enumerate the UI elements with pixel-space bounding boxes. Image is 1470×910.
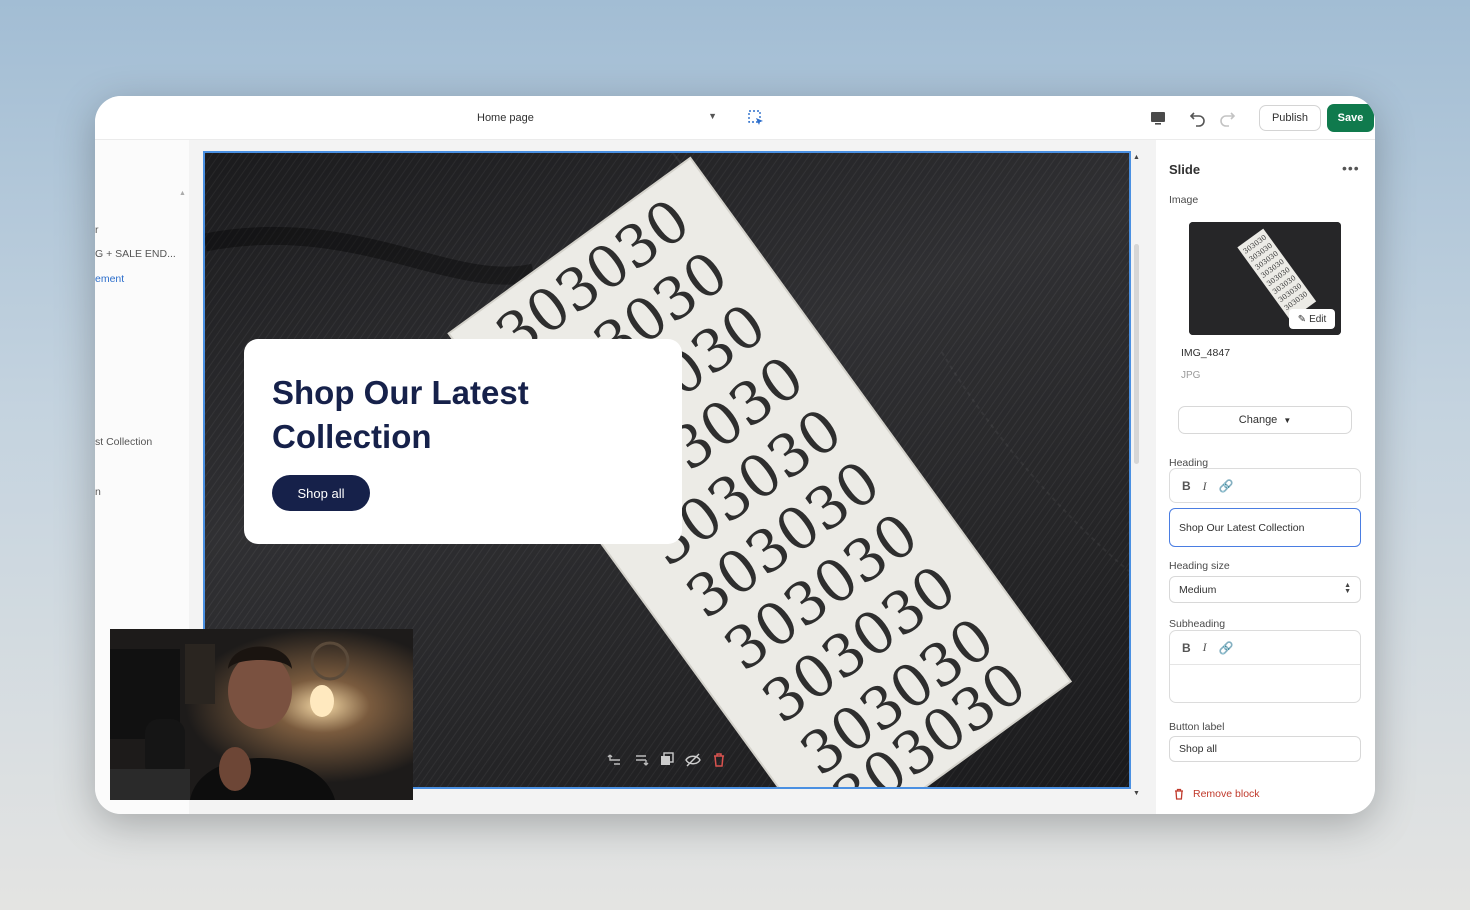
more-options-icon[interactable]: ••• — [1342, 160, 1360, 176]
bold-icon[interactable]: B — [1182, 641, 1191, 655]
sidebar-item[interactable]: st Collection — [95, 436, 152, 448]
italic-icon[interactable]: I — [1203, 479, 1207, 494]
heading-size-value: Medium — [1179, 583, 1217, 596]
heading-toolbar: B I 🔗 — [1169, 468, 1361, 503]
block-toolbar — [602, 749, 732, 771]
italic-icon[interactable]: I — [1203, 640, 1207, 655]
trash-icon — [1175, 788, 1183, 800]
undo-icon[interactable] — [1188, 108, 1208, 128]
sidebar-item[interactable]: G + SALE END... — [95, 248, 176, 260]
shop-all-button[interactable]: Shop all — [272, 475, 370, 511]
link-icon[interactable]: 🔗 — [1219, 479, 1234, 493]
move-up-icon[interactable] — [606, 751, 624, 769]
image-label: Image — [1169, 194, 1199, 206]
save-button[interactable]: Save — [1327, 104, 1374, 132]
remove-block-label: Remove block — [1193, 788, 1260, 800]
chevron-down-icon: ▼ — [708, 111, 717, 121]
button-label-label: Button label — [1169, 721, 1225, 733]
change-label: Change — [1238, 414, 1278, 426]
scroll-up-icon[interactable]: ▲ — [179, 190, 186, 197]
scroll-down-icon[interactable]: ▼ — [1133, 790, 1140, 797]
heading-size-select[interactable]: Medium ▲ ▼ — [1169, 576, 1361, 603]
sidebar-item-link[interactable]: ement — [95, 273, 124, 285]
settings-panel: Slide ••• Image 303030 303030 303030 303… — [1156, 140, 1375, 814]
button-label-input[interactable]: Shop all — [1169, 736, 1361, 762]
remove-block-button[interactable]: Remove block — [1173, 788, 1260, 800]
edit-label: Edit — [1309, 313, 1327, 325]
sidebar-item[interactable]: r — [95, 224, 99, 236]
bold-icon[interactable]: B — [1182, 479, 1191, 493]
image-thumbnail[interactable]: 303030 303030 303030 303030 303030 30303… — [1189, 222, 1341, 335]
presenter-video — [110, 629, 413, 800]
pencil-icon: ✎ — [1297, 313, 1307, 325]
hide-icon[interactable] — [684, 751, 702, 769]
select-arrows-icon: ▲ ▼ — [1344, 582, 1351, 595]
subheading-label: Subheading — [1169, 618, 1226, 630]
top-bar: Home page ▼ Publish Save — [95, 96, 1375, 140]
page-selector-label: Home page — [477, 112, 534, 124]
desktop-icon[interactable] — [1149, 109, 1167, 127]
redo-icon[interactable] — [1217, 108, 1237, 128]
inspect-icon[interactable] — [747, 109, 765, 127]
theme-editor-window: Home page ▼ Publish Save ▲ r G + SALE EN… — [95, 96, 1375, 814]
delete-icon[interactable] — [710, 751, 728, 769]
subheading-editor[interactable]: B I 🔗 — [1169, 630, 1361, 703]
link-icon[interactable]: 🔗 — [1219, 641, 1234, 655]
chevron-down-icon: ▼ — [1283, 415, 1292, 425]
image-filename: IMG_4847 — [1181, 347, 1231, 359]
sidebar-item[interactable]: n — [95, 486, 101, 498]
publish-button[interactable]: Publish — [1259, 105, 1321, 131]
canvas-scrollbar[interactable] — [1134, 244, 1139, 464]
slide-heading[interactable]: Shop Our Latest Collection — [272, 371, 662, 459]
image-filetype: JPG — [1181, 370, 1201, 381]
change-image-button[interactable]: Change ▼ — [1178, 406, 1352, 434]
panel-title: Slide — [1169, 162, 1201, 177]
heading-size-label: Heading size — [1169, 560, 1230, 572]
edit-image-button[interactable]: ✎ Edit — [1289, 309, 1335, 329]
webcam-overlay — [110, 629, 413, 800]
page-selector[interactable]: Home page ▼ — [467, 106, 725, 130]
duplicate-icon[interactable] — [658, 751, 676, 769]
scroll-up-icon[interactable]: ▲ — [1133, 154, 1140, 161]
slide-content-box[interactable]: Shop Our Latest Collection Shop all — [244, 339, 682, 544]
move-down-icon[interactable] — [632, 751, 650, 769]
heading-input[interactable]: Shop Our Latest Collection — [1169, 508, 1361, 547]
